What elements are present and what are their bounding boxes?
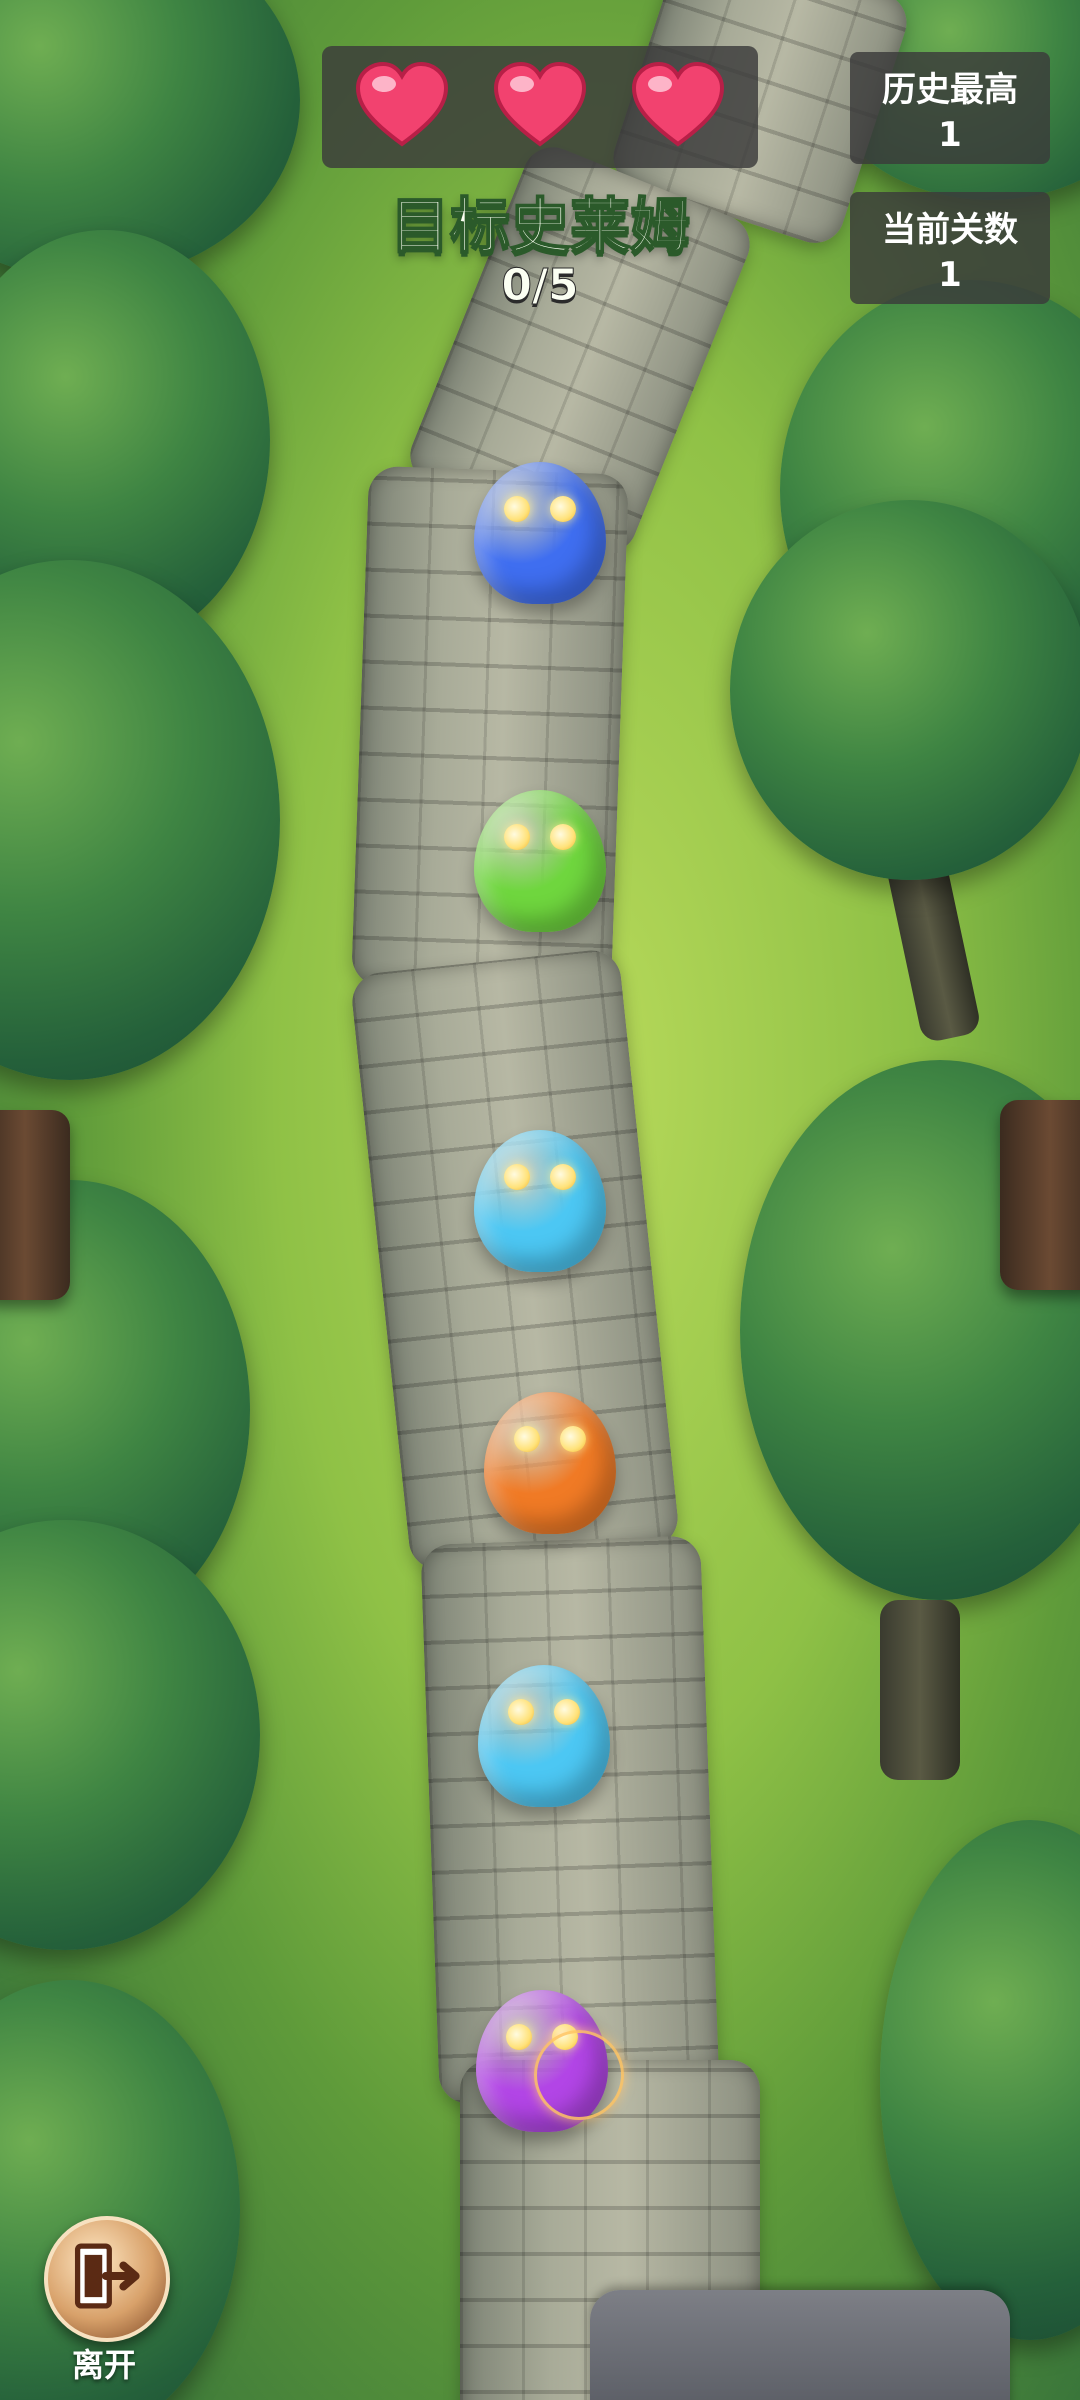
wooden-post-left (0, 1110, 70, 1300)
heart-icon (355, 61, 449, 147)
exit-button[interactable]: 离开 (42, 2216, 170, 2396)
slime-eye (550, 824, 576, 850)
exit-door-icon (44, 2216, 170, 2342)
slime-eye (550, 1164, 576, 1190)
slime-eye (504, 496, 530, 522)
best-score-value: 1 (938, 115, 962, 155)
forest-tree (730, 500, 1080, 880)
heart-icon (631, 61, 725, 147)
exit-label: 离开 (71, 2346, 136, 2384)
game-scene: 目标史莱姆 0/5 历史最高 1 当前关数 1 离开 (0, 0, 1080, 2400)
forest-tree (0, 1520, 260, 1950)
best-score-panel: 历史最高 1 (850, 52, 1050, 164)
current-level-panel: 当前关数 1 (850, 192, 1050, 304)
best-score-label: 历史最高 (882, 70, 1018, 110)
slime-eye (508, 1699, 534, 1725)
current-level-label: 当前关数 (882, 210, 1018, 250)
slime-eye (550, 496, 576, 522)
slime-eye (504, 1164, 530, 1190)
slime-eye (514, 1426, 540, 1452)
wooden-post-right (1000, 1100, 1080, 1290)
forest-tree (0, 560, 280, 1080)
slime-eye (504, 824, 530, 850)
stone-gate (590, 2290, 1010, 2400)
slime-eye (560, 1426, 586, 1452)
current-level-value: 1 (938, 255, 962, 295)
slime-eye (554, 1699, 580, 1725)
heart-icon (493, 61, 587, 147)
tree-trunk (880, 1600, 960, 1780)
forest-tree (880, 1820, 1080, 2340)
lives-panel (322, 46, 758, 168)
slime-eye (506, 2024, 532, 2050)
target-reticle-icon (534, 2030, 624, 2120)
